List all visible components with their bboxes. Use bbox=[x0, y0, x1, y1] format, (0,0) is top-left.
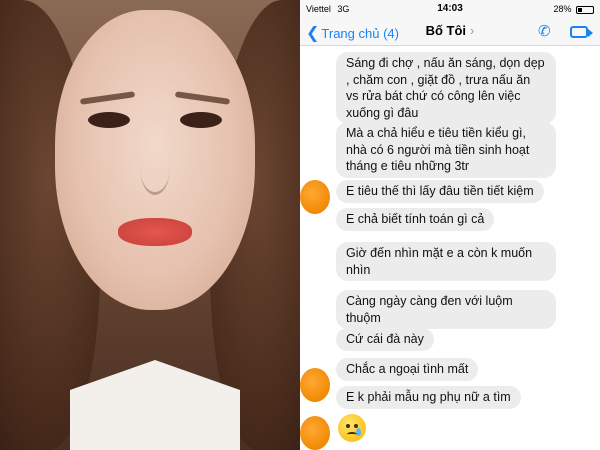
crying-face-icon[interactable] bbox=[338, 414, 366, 442]
message-bubble[interactable]: Mà a chả hiểu e tiêu tiền kiểu gì, nhà c… bbox=[336, 122, 556, 178]
sender-avatar bbox=[300, 368, 330, 402]
message-bubble[interactable]: Sáng đi chợ , nấu ăn sáng, dọn dẹp , chă… bbox=[336, 52, 556, 124]
chat-screenshot: Viettel 3G 14:03 28% ❮ Trang chủ (4) Bố T… bbox=[300, 0, 600, 450]
message-list[interactable]: Sáng đi chợ , nấu ăn sáng, dọn dẹp , chă… bbox=[300, 46, 600, 450]
lips bbox=[118, 218, 192, 246]
message-bubble[interactable]: E tiêu thế thì lấy đâu tiền tiết kiệm bbox=[336, 180, 544, 203]
chevron-right-icon: › bbox=[470, 23, 475, 38]
sender-avatar bbox=[300, 416, 330, 450]
battery-icon bbox=[576, 5, 594, 14]
battery-status: 28% bbox=[553, 4, 594, 14]
message-bubble[interactable]: Cứ cái đà này bbox=[336, 328, 434, 351]
nose bbox=[140, 140, 170, 195]
status-bar: Viettel 3G 14:03 28% bbox=[300, 0, 600, 18]
video-call-icon[interactable] bbox=[570, 26, 593, 38]
right-eye bbox=[180, 112, 222, 128]
sender-avatar bbox=[300, 180, 330, 214]
emoji-mouth bbox=[347, 432, 357, 437]
contact-name: Bố Tôi bbox=[425, 23, 467, 38]
chat-nav-bar: ❮ Trang chủ (4) Bố Tôi › ✆ bbox=[300, 18, 600, 46]
left-eye bbox=[88, 112, 130, 128]
message-bubble[interactable]: E k phải mẫu ng phụ nữ a tìm bbox=[336, 386, 521, 409]
battery-percent: 28% bbox=[553, 4, 572, 14]
emoji-eye bbox=[346, 424, 350, 428]
message-bubble[interactable]: Chắc a ngoại tình mất bbox=[336, 358, 479, 381]
phone-icon[interactable]: ✆ bbox=[538, 22, 554, 40]
message-bubble[interactable]: Càng ngày càng đen với luộm thuộm bbox=[336, 290, 556, 329]
message-bubble[interactable]: Giờ đến nhìn mặt e a còn k muốn nhìn bbox=[336, 242, 556, 281]
message-bubble[interactable]: E chả biết tính toán gì cả bbox=[336, 208, 495, 231]
crying-woman-photo bbox=[0, 0, 300, 450]
contact-title[interactable]: Bố Tôi › bbox=[300, 23, 600, 38]
shirt-collar bbox=[70, 360, 240, 450]
